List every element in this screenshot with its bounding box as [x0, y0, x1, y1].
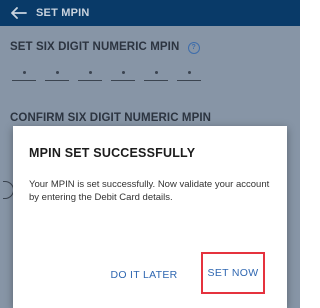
confirm-mpin-label: CONFIRM SIX DIGIT NUMERIC MPIN	[10, 112, 212, 124]
dot-icon	[22, 71, 26, 74]
mpin-digit-field[interactable]	[111, 66, 135, 81]
dot-icon	[154, 71, 158, 74]
mpin-success-dialog: MPIN SET SUCCESSFULLY Your MPIN is set s…	[13, 126, 287, 308]
dot-icon	[187, 71, 191, 74]
mpin-digit-field[interactable]	[177, 66, 201, 81]
mpin-digit-field[interactable]	[45, 66, 69, 81]
mpin-digit-field[interactable]	[78, 66, 102, 81]
dot-icon	[121, 71, 125, 74]
set-now-button[interactable]: SET NOW	[201, 252, 265, 294]
set-mpin-label-text: SET SIX DIGIT NUMERIC MPIN	[10, 41, 180, 53]
info-circle-icon[interactable]: ?	[187, 41, 200, 54]
arrow-left-icon[interactable]	[8, 5, 30, 21]
do-it-later-button[interactable]: DO IT LATER	[101, 266, 187, 284]
set-mpin-screen: SET MPIN SET SIX DIGIT NUMERIC MPIN ? CO…	[0, 0, 300, 308]
app-bar: SET MPIN	[0, 0, 300, 26]
dot-icon	[55, 71, 59, 74]
dialog-title: MPIN SET SUCCESSFULLY	[29, 146, 196, 160]
app-bar-title: SET MPIN	[36, 7, 90, 19]
set-mpin-label: SET SIX DIGIT NUMERIC MPIN ?	[10, 41, 200, 54]
mpin-digit-field[interactable]	[144, 66, 168, 81]
dot-icon	[88, 71, 92, 74]
mpin-digit-field[interactable]	[12, 66, 36, 81]
mpin-input-row	[12, 66, 210, 81]
dialog-message: Your MPIN is set successfully. Now valid…	[29, 179, 270, 203]
